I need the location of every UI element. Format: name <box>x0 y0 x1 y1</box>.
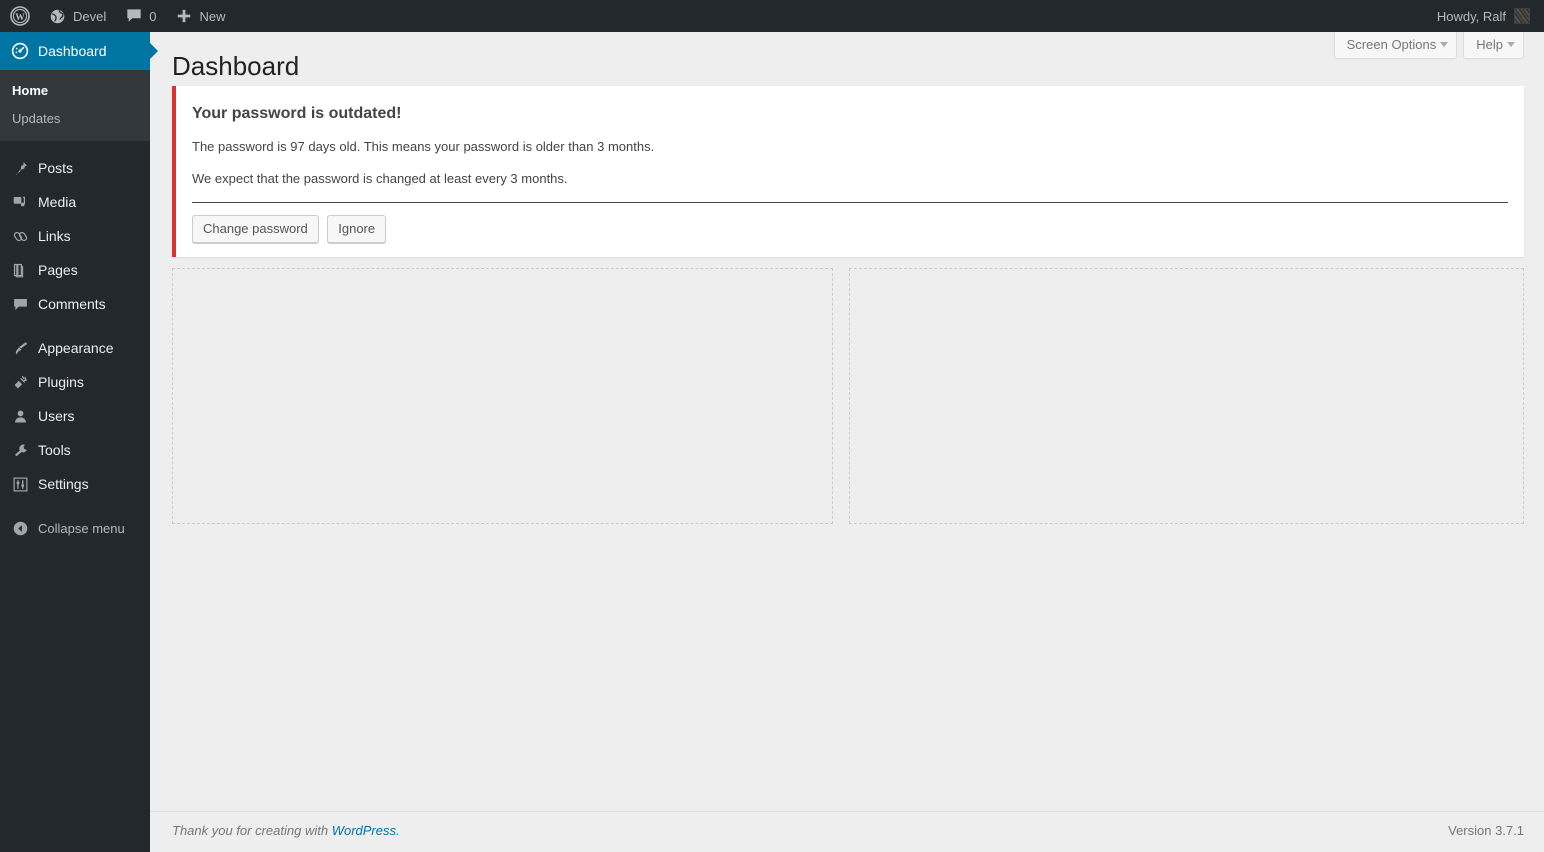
footer-credit: Thank you for creating with WordPress. <box>172 823 400 838</box>
sidebar-item-label: Pages <box>38 262 78 278</box>
sidebar-item-label: Dashboard <box>38 43 107 59</box>
admin-footer: Thank you for creating with WordPress. V… <box>150 811 1544 852</box>
chevron-down-icon <box>1507 42 1515 47</box>
sidebar-item-label: Settings <box>38 476 89 492</box>
help-label: Help <box>1476 37 1503 52</box>
footer-version: Version 3.7.1 <box>1448 823 1524 838</box>
change-password-button[interactable]: Change password <box>192 215 319 243</box>
sidebar-subitem-updates[interactable]: Updates <box>0 105 150 133</box>
sidebar-separator-2 <box>0 321 150 331</box>
dashboard-icon <box>10 41 30 61</box>
sidebar-item-label: Users <box>38 408 75 424</box>
notice-line-1: The password is 97 days old. This means … <box>192 139 655 154</box>
my-account-menu[interactable]: Howdy, Ralf <box>1427 0 1544 32</box>
page-icon <box>10 260 30 280</box>
notice-divider <box>192 202 1508 203</box>
comments-menu[interactable]: 0 <box>116 0 166 32</box>
sidebar-item-appearance[interactable]: Appearance <box>0 331 150 365</box>
sidebar-submenu-dashboard: Home Updates <box>0 70 150 141</box>
sidebar-item-label: Links <box>38 228 71 244</box>
chevron-down-icon <box>1440 42 1449 47</box>
svg-text:W: W <box>15 13 25 23</box>
sidebar-item-label: Comments <box>38 296 106 312</box>
wordpress-link[interactable]: WordPress. <box>332 823 400 838</box>
comment-bubble-icon <box>126 8 142 24</box>
new-label: New <box>199 8 226 24</box>
admin-bar-spacer <box>236 0 1427 32</box>
site-name-label: Devel <box>73 8 107 24</box>
link-icon <box>10 226 30 246</box>
wordpress-logo-icon: W <box>10 6 30 26</box>
ignore-button[interactable]: Ignore <box>327 215 387 243</box>
sidebar-item-plugins[interactable]: Plugins <box>0 365 150 399</box>
collapse-arrow-icon <box>10 518 30 538</box>
wrench-icon <box>10 440 30 460</box>
sidebar-item-comments[interactable]: Comments <box>0 287 150 321</box>
avatar <box>1514 8 1530 24</box>
help-button[interactable]: Help <box>1463 32 1524 59</box>
sidebar-item-label: Tools <box>38 442 71 458</box>
sidebar-item-label: Plugins <box>38 374 84 390</box>
plugin-icon <box>10 372 30 392</box>
collapse-menu-button[interactable]: Collapse menu <box>0 511 150 545</box>
sidebar-item-label: Appearance <box>38 340 114 356</box>
password-outdated-notice: Your password is outdated! The password … <box>172 86 1524 257</box>
site-name-menu[interactable]: Devel <box>39 0 116 32</box>
plus-icon <box>176 8 192 24</box>
sidebar-item-links[interactable]: Links <box>0 219 150 253</box>
globe-icon <box>49 8 66 25</box>
sidebar-item-media[interactable]: Media <box>0 185 150 219</box>
screen-meta-links: Screen Options Help <box>1328 32 1524 59</box>
howdy-label: Howdy, Ralf <box>1436 8 1506 24</box>
comment-icon <box>10 294 30 314</box>
screen-options-label: Screen Options <box>1346 37 1437 52</box>
sidebar-item-posts[interactable]: Posts <box>0 151 150 185</box>
page-title: Dashboard <box>172 51 300 81</box>
sidebar-item-label: Media <box>38 194 77 210</box>
wp-logo-menu[interactable]: W <box>0 0 39 32</box>
sidebar-item-tools[interactable]: Tools <box>0 433 150 467</box>
sidebar-item-label: Posts <box>38 160 74 176</box>
user-icon <box>10 406 30 426</box>
sidebar-item-pages[interactable]: Pages <box>0 253 150 287</box>
sidebar-item-settings[interactable]: Settings <box>0 467 150 501</box>
dashboard-column-left[interactable] <box>172 268 833 524</box>
settings-icon <box>10 474 30 494</box>
screen-options-button[interactable]: Screen Options <box>1333 32 1458 59</box>
comments-count: 0 <box>149 8 157 24</box>
notice-line-2: We expect that the password is changed a… <box>192 171 568 186</box>
admin-bar: W Devel 0 New Howdy, Ralf <box>0 0 1544 32</box>
sidebar-separator-1 <box>0 141 150 151</box>
sidebar-separator-3 <box>0 501 150 511</box>
brush-icon <box>10 338 30 358</box>
pin-icon <box>10 158 30 178</box>
media-icon <box>10 192 30 212</box>
sidebar-item-users[interactable]: Users <box>0 399 150 433</box>
admin-sidebar: Dashboard Home Updates Posts Media Links… <box>0 32 158 852</box>
collapse-menu-label: Collapse menu <box>38 520 125 536</box>
sidebar-subitem-home[interactable]: Home <box>0 77 150 105</box>
new-content-menu[interactable]: New <box>166 0 235 32</box>
footer-thanks-text: Thank you for creating with <box>172 823 332 838</box>
sidebar-item-dashboard[interactable]: Dashboard <box>0 32 158 70</box>
dashboard-column-right[interactable] <box>849 268 1524 524</box>
notice-heading: Your password is outdated! <box>192 105 402 122</box>
